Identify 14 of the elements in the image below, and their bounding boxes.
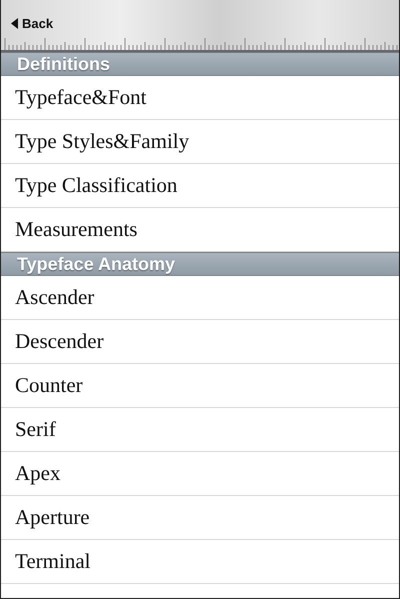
list-item[interactable]: Counter	[1, 364, 399, 408]
back-button[interactable]: Back	[11, 16, 54, 31]
list-item[interactable]: Aperture	[1, 496, 399, 540]
back-arrow-icon	[11, 18, 18, 29]
section-header: Definitions	[1, 52, 399, 76]
list-item[interactable]: Descender	[1, 320, 399, 364]
list-item[interactable]: Terminal	[1, 540, 399, 584]
list-item[interactable]: Ascender	[1, 276, 399, 320]
section-header: Typeface Anatomy	[1, 252, 399, 276]
list-item[interactable]: Typeface&Font	[1, 76, 399, 120]
list-item[interactable]: Serif	[1, 408, 399, 452]
list-item[interactable]: Type Classification	[1, 164, 399, 208]
list-item[interactable]: Apex	[1, 452, 399, 496]
list-item[interactable]: Type Styles&Family	[1, 120, 399, 164]
